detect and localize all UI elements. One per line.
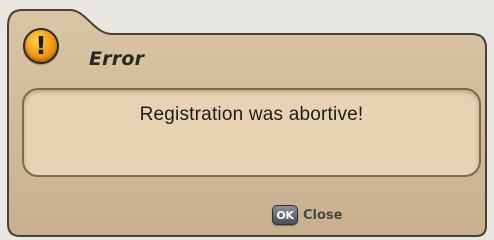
warning-icon-glyph: ! <box>35 31 47 60</box>
exclamation-warning-icon: ! <box>23 28 59 64</box>
close-button[interactable]: OK Close <box>272 204 342 226</box>
message-panel: Registration was abortive! <box>22 88 481 177</box>
error-dialog-screen: ! Error Registration was abortive! OK Cl… <box>0 0 494 240</box>
error-message: Registration was abortive! <box>139 104 364 125</box>
close-button-label: Close <box>303 207 343 223</box>
dialog-title: Error <box>89 48 145 70</box>
ok-key-icon: OK <box>272 205 298 225</box>
ok-key-label: OK <box>276 208 294 222</box>
